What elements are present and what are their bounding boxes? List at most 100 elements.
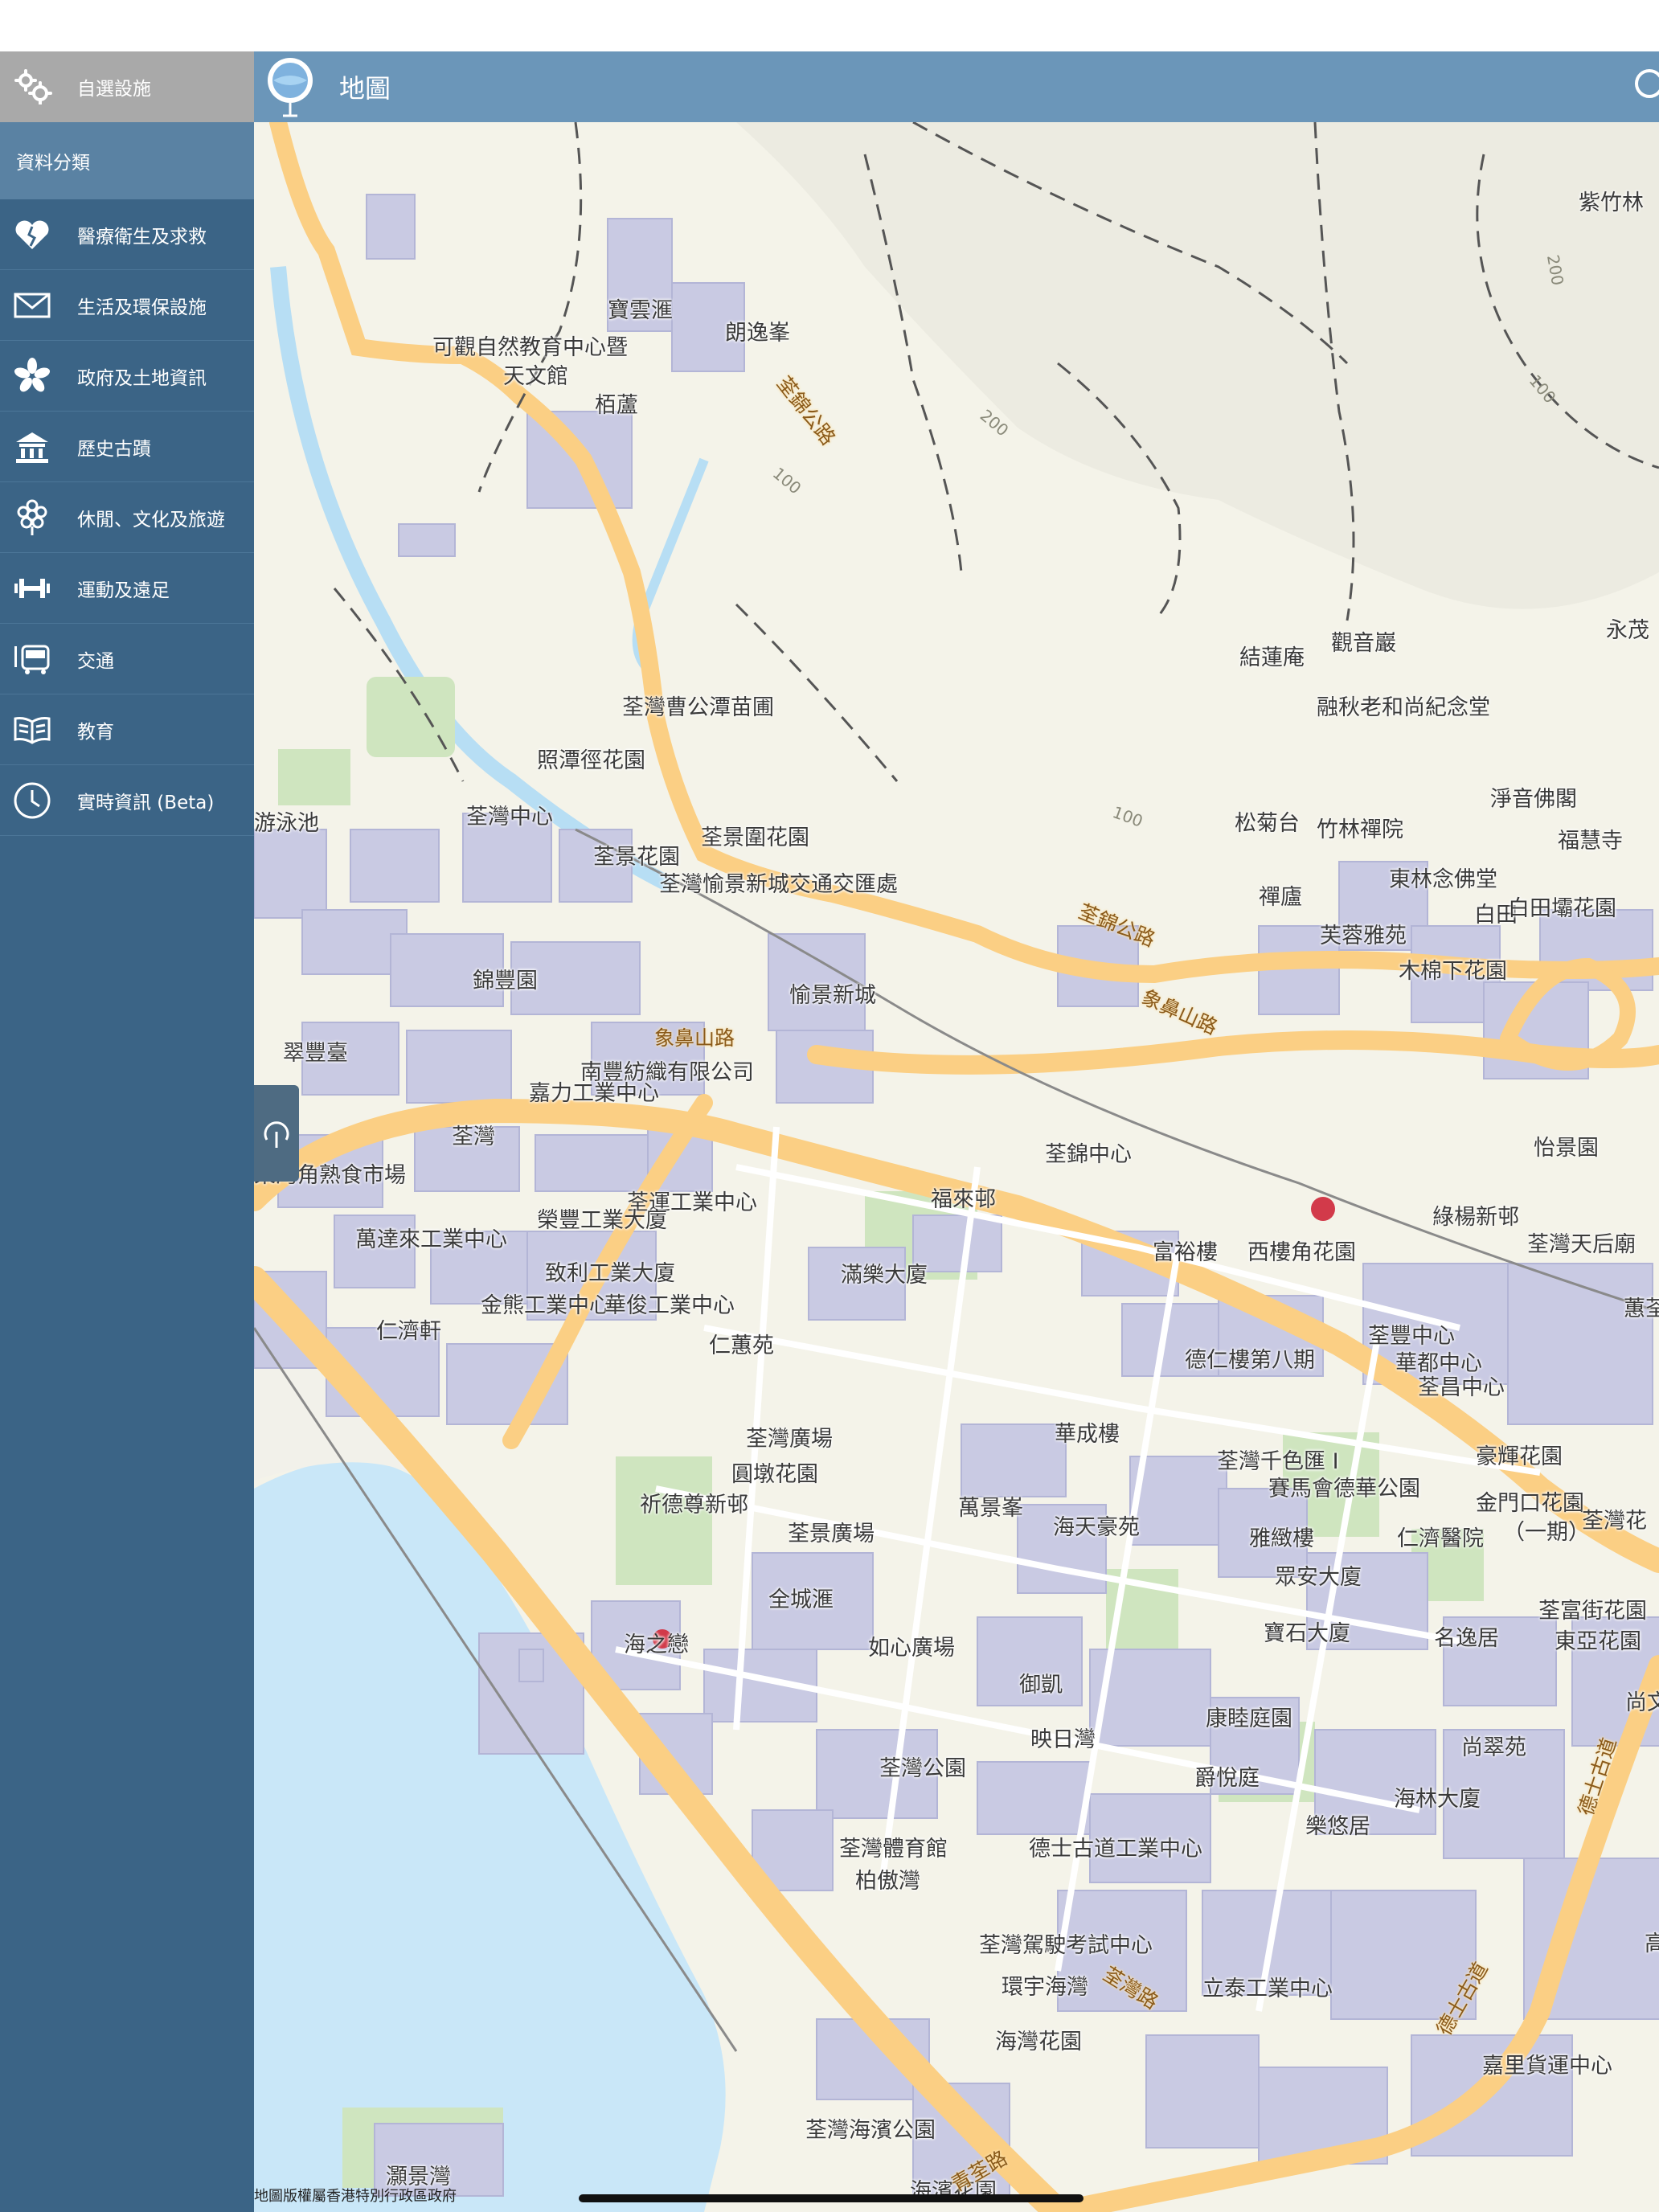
map-label: 荃灣駕駛考試中心 [979, 1933, 1153, 1958]
sidebar-item-leisure[interactable]: 休閒、文化及旅遊 [0, 482, 254, 553]
map-label: 映日灣 [1030, 1727, 1096, 1752]
map-label: 東林念佛堂 [1389, 867, 1497, 892]
map-label: 寶石大廈 [1264, 1621, 1350, 1646]
map-label: 蕙荃 [1624, 1296, 1659, 1321]
map-label: 金熊工業中心 [481, 1293, 611, 1318]
map-label: 綠楊新邨 [1432, 1205, 1519, 1230]
sidebar-item-label: 歷史古蹟 [77, 438, 151, 460]
favorites-button[interactable]: 自選設施 [0, 51, 254, 122]
map-label: 仁濟軒 [376, 1319, 441, 1344]
heart-icon [11, 219, 53, 251]
map-label: 海之戀 [624, 1632, 689, 1657]
map-label: 荃灣 [452, 1124, 495, 1149]
sidebar-item-label: 交通 [77, 650, 114, 672]
map-label: 萬景峯 [958, 1496, 1023, 1521]
sidebar-item-education[interactable]: 教育 [0, 694, 254, 765]
map-label: 滿樂大廈 [841, 1263, 928, 1288]
map-label: 荃灣中心 [466, 805, 553, 830]
map-label: 華成樓 [1055, 1422, 1120, 1447]
map-label: 立泰工業中心 [1202, 1976, 1333, 2001]
sidebar-item-sports[interactable]: 運動及遠足 [0, 553, 254, 624]
map-label: 海灣花園 [995, 2030, 1082, 2054]
sidebar-item-label: 運動及遠足 [77, 580, 170, 601]
sidebar-item-government[interactable]: 政府及土地資訊 [0, 341, 254, 412]
map-label: 東亞花園 [1555, 1629, 1641, 1654]
map-label: 芙蓉雅苑 [1320, 924, 1407, 948]
map-label: 結蓮庵 [1239, 645, 1305, 670]
map-label: 永茂 [1606, 618, 1649, 643]
page-title: 地圖 [339, 73, 391, 104]
sidebar-item-label: 休閒、文化及旅遊 [77, 509, 225, 530]
map-label: 尚文 [1625, 1690, 1659, 1715]
sidebar-item-transport[interactable]: 交通 [0, 624, 254, 694]
map-label: 德仁樓第八期 [1185, 1348, 1315, 1373]
map-copyright: 地圖版權屬香港特別行政區政府 [254, 2188, 457, 2205]
bus-icon [11, 643, 53, 675]
search-icon[interactable] [1632, 66, 1659, 106]
map-label: 荃灣廣場 [746, 1427, 833, 1452]
map-label: 栢蘆 [595, 393, 638, 418]
map-label: 怡景園 [1534, 1136, 1599, 1161]
map-label: 荃灣海濱公園 [805, 2118, 936, 2143]
map-label: 榮豐工業大廈 [537, 1208, 667, 1233]
map-label: 豪輝花園 [1476, 1444, 1563, 1469]
map-label: 天文館 [503, 364, 568, 389]
map-label: 福慧寺 [1558, 829, 1623, 854]
map-label: 翠豐臺 [283, 1041, 348, 1066]
book-icon [11, 715, 53, 744]
map-label: 如心廣場 [868, 1636, 955, 1661]
sidebar-item-heritage[interactable]: 歷史古蹟 [0, 412, 254, 482]
map-label: 竹林禪院 [1317, 817, 1403, 842]
bauhinia-icon [11, 357, 53, 395]
sidebar-item-label: 政府及土地資訊 [77, 367, 207, 389]
map-label: 觀音巖 [1331, 631, 1396, 656]
map-label: 嘉力工業中心 [529, 1081, 659, 1106]
map-label: 眾安大廈 [1275, 1565, 1362, 1590]
sidebar-item-realtime[interactable]: 實時資訊 (Beta) [0, 765, 254, 836]
app-logo-icon [268, 58, 313, 117]
map-label: 爵悅庭 [1194, 1766, 1260, 1791]
map-label: 可觀自然教育中心暨 [432, 335, 628, 360]
map-label: 名逸居 [1434, 1626, 1499, 1651]
map-label: 樂悠居 [1305, 1814, 1370, 1839]
map-label: 愉景新城 [789, 983, 876, 1008]
layer-toggle-button[interactable] [254, 1085, 299, 1182]
category-header: 資料分類 [0, 122, 254, 199]
sidebar-item-living[interactable]: 生活及環保設施 [0, 270, 254, 341]
dumbbell-icon [11, 576, 53, 600]
map-label: 荃錦中心 [1045, 1142, 1132, 1167]
flower-icon [11, 499, 53, 536]
sidebar-item-label: 實時資訊 (Beta) [77, 792, 215, 813]
map-label: 仁濟醫院 [1397, 1526, 1484, 1551]
map-label: 淨音佛閣 [1490, 787, 1577, 812]
sidebar-item-label: 生活及環保設施 [77, 297, 207, 318]
map-label: 荃灣花 [1582, 1509, 1647, 1534]
map-label: 荃景圍花園 [701, 825, 809, 850]
map-label: 荃灣公園 [879, 1756, 966, 1781]
map-label: 福來邨 [931, 1187, 996, 1212]
map-label: 祈德尊新邨 [640, 1493, 748, 1518]
map-label: 朗逸峯 [725, 321, 790, 346]
sidebar-item-medical[interactable]: 醫療衛生及求救 [0, 199, 254, 270]
map-label: 荃灣愉景新城交通交匯處 [659, 872, 898, 897]
map-label: 雅緻樓 [1249, 1526, 1314, 1551]
map-graphics [254, 122, 1659, 2212]
map-label: 柏傲灣 [855, 1869, 920, 1894]
map-label: 康睦庭園 [1206, 1706, 1292, 1731]
road-label: 象鼻山路 [654, 1026, 735, 1050]
map-label: 荃灣曹公潭苗圃 [622, 695, 774, 720]
map-label: （一期） [1503, 1520, 1590, 1545]
map-label: 致利工業大廈 [545, 1261, 675, 1286]
map-label: 禪廬 [1259, 885, 1302, 910]
map-label: 錦豐園 [473, 969, 538, 993]
map-label: 木棉下花園 [1399, 959, 1507, 984]
map-label: 德士古道工業中心 [1029, 1837, 1202, 1862]
map-label: 松菊台 [1235, 811, 1300, 836]
map-label: 白田壩花園 [1508, 896, 1616, 921]
map-label: 華俊工業中心 [604, 1293, 735, 1318]
map-canvas[interactable]: 紫竹林 寶雲滙 朗逸峯 可觀自然教育中心暨 天文館 栢蘆 結蓮庵 觀音巖 永茂 … [254, 122, 1659, 2212]
monument-icon [11, 429, 53, 465]
map-label: 荃灣體育館 [839, 1837, 948, 1862]
map-label: 照潭徑花園 [537, 748, 645, 773]
map-label: 金門口花園 [1476, 1491, 1584, 1516]
